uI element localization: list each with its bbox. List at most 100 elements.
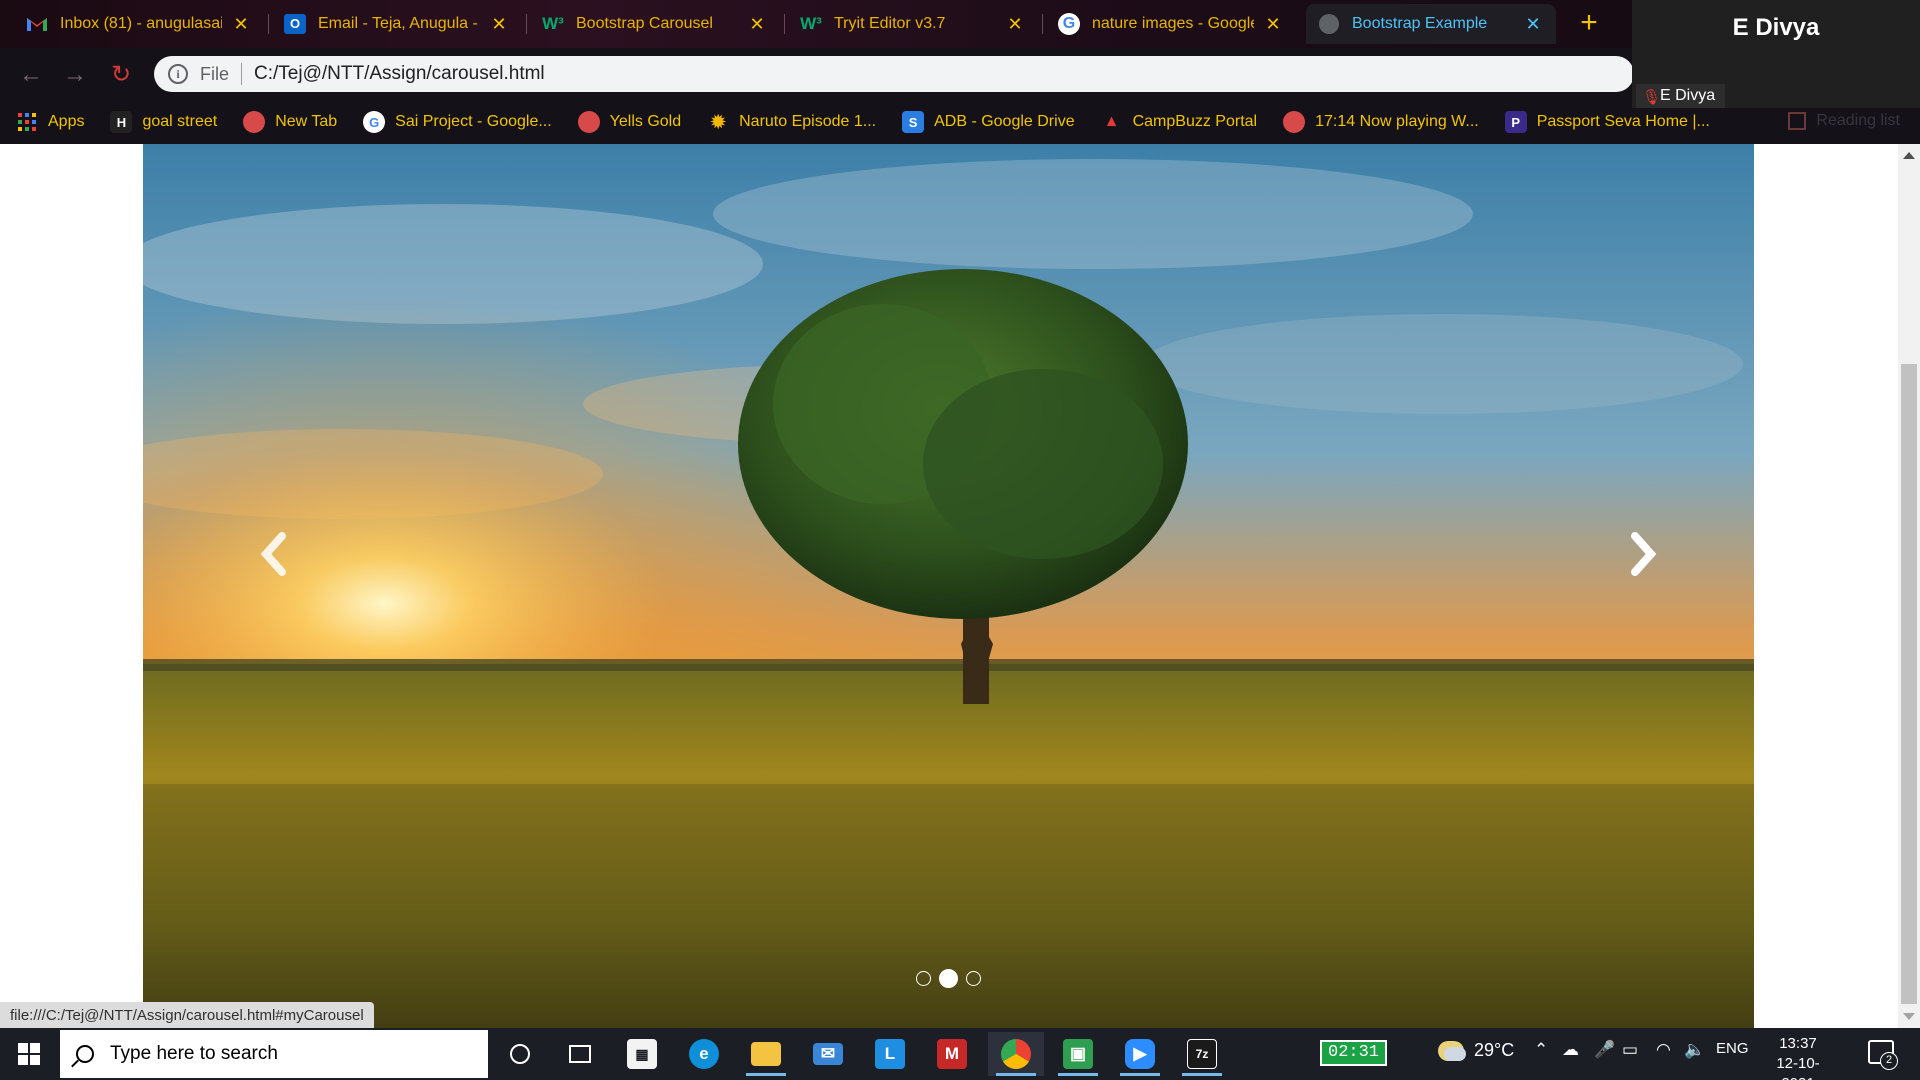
start-button[interactable] — [0, 1028, 58, 1080]
google-icon: G — [363, 111, 386, 133]
reading-list-button[interactable]: Reading list — [1788, 112, 1900, 130]
address-bar[interactable]: i File C:/Tej@/NTT/Assign/carousel.html — [154, 56, 1634, 92]
bookmark-adb-drive[interactable]: S ADB - Google Drive — [902, 111, 1075, 133]
chrome-icon[interactable] — [988, 1032, 1044, 1076]
url-divider — [241, 63, 243, 85]
tab-google-images[interactable]: G nature images - Google ✕ — [1046, 4, 1296, 44]
weather-widget[interactable]: 29°C — [1438, 1040, 1514, 1061]
bookmark-apps[interactable]: Apps — [16, 111, 84, 133]
scroll-up-arrow-icon[interactable] — [1903, 152, 1915, 159]
bookmark-naruto[interactable]: ✹ Naruto Episode 1... — [707, 111, 877, 133]
info-icon[interactable]: i — [168, 64, 188, 84]
bookmark-label: goal street — [142, 113, 218, 130]
bookmark-campbuzz[interactable]: ▲ CampBuzz Portal — [1101, 111, 1258, 133]
reading-list-label: Reading list — [1816, 112, 1900, 129]
windows-taskbar: Type here to search ▦ e ✉ L M ▣ ▶ 7z 02:… — [0, 1028, 1920, 1080]
volume-icon[interactable]: 🔈 — [1684, 1040, 1705, 1060]
bookmark-label: Passport Seva Home |... — [1536, 113, 1710, 130]
scroll-down-arrow-icon[interactable] — [1903, 1013, 1915, 1020]
timer-badge[interactable]: 02:31 — [1320, 1040, 1388, 1066]
back-arrow-icon[interactable]: ← — [16, 60, 46, 90]
wifi-icon[interactable]: ◠ — [1656, 1040, 1671, 1060]
bookmark-yells-gold[interactable]: Yells Gold — [577, 111, 682, 133]
microsoft-store-icon[interactable]: ▦ — [614, 1032, 670, 1076]
bookmark-label: Naruto Episode 1... — [739, 113, 877, 130]
image-carousel[interactable] — [143, 144, 1754, 1028]
scroll-thumb[interactable] — [1901, 364, 1917, 1004]
tab-divider — [784, 14, 785, 34]
carousel-indicator[interactable] — [966, 971, 981, 986]
video-call-tile[interactable]: E Divya 🎙 E Divya — [1632, 0, 1920, 108]
gmail-icon — [26, 13, 48, 35]
tab-outlook[interactable]: O Email - Teja, Anugula - O ✕ — [272, 4, 522, 44]
task-view-icon[interactable] — [552, 1032, 608, 1076]
partly-cloudy-icon — [1438, 1040, 1466, 1061]
tab-close-icon[interactable]: ✕ — [1004, 14, 1026, 35]
l-app-icon[interactable]: L — [862, 1032, 918, 1076]
bookmark-now-playing[interactable]: 17:14 Now playing W... — [1283, 111, 1479, 133]
tab-bootstrap-example[interactable]: Bootstrap Example ✕ — [1306, 4, 1556, 44]
carousel-next-button[interactable] — [1584, 464, 1704, 644]
carousel-prev-button[interactable] — [213, 464, 333, 644]
reload-icon[interactable]: ↻ — [106, 60, 136, 90]
link-status-bubble: file:///C:/Tej@/NTT/Assign/carousel.html… — [0, 1002, 374, 1030]
page-content — [0, 144, 1898, 1028]
tab-tryit-editor[interactable]: W³ Tryit Editor v3.7 ✕ — [788, 4, 1038, 44]
tab-divider — [268, 14, 269, 34]
taskbar-search-box[interactable]: Type here to search — [60, 1030, 488, 1078]
tab-bootstrap-carousel[interactable]: W³ Bootstrap Carousel ✕ — [530, 4, 780, 44]
carousel-indicator[interactable] — [916, 971, 931, 986]
mcafee-icon[interactable]: M — [924, 1032, 980, 1076]
outlook-icon: O — [284, 13, 306, 35]
carousel-indicators — [143, 969, 1754, 988]
cortana-icon[interactable] — [492, 1032, 548, 1076]
tab-close-icon[interactable]: ✕ — [230, 14, 252, 35]
microphone-icon[interactable]: 🎤 — [1594, 1040, 1615, 1060]
system-clock[interactable]: 13:37 12-10-2021 — [1760, 1034, 1836, 1080]
gallery-app-icon[interactable]: ▣ — [1050, 1032, 1106, 1076]
bookmark-label: New Tab — [275, 113, 338, 130]
url-text[interactable]: C:/Tej@/NTT/Assign/carousel.html — [254, 63, 545, 85]
mail-icon[interactable]: ✉ — [800, 1032, 856, 1076]
bookmark-new-tab[interactable]: New Tab — [243, 111, 337, 133]
bookmark-goal-street[interactable]: H goal street — [110, 111, 217, 133]
tab-close-icon[interactable]: ✕ — [1522, 14, 1544, 35]
apps-grid-icon — [16, 111, 38, 133]
file-explorer-icon[interactable] — [738, 1032, 794, 1076]
forward-arrow-icon[interactable]: → — [60, 60, 90, 90]
onedrive-icon[interactable]: ☁ — [1562, 1040, 1579, 1060]
globe-icon — [1283, 111, 1306, 133]
bookmark-passport-seva[interactable]: P Passport Seva Home |... — [1504, 111, 1710, 133]
passport-icon: P — [1504, 111, 1527, 133]
bookmark-label: CampBuzz Portal — [1132, 113, 1258, 130]
bookmark-sai-project[interactable]: G Sai Project - Google... — [363, 111, 552, 133]
chevron-up-icon[interactable]: ⌃ — [1534, 1040, 1548, 1060]
tab-label: Tryit Editor v3.7 — [834, 15, 946, 32]
tab-close-icon[interactable]: ✕ — [746, 14, 768, 35]
mic-off-icon: 🎙 — [1642, 89, 1662, 106]
bookmark-label: Yells Gold — [609, 113, 682, 130]
zoom-icon[interactable]: ▶ — [1112, 1032, 1168, 1076]
tab-close-icon[interactable]: ✕ — [1262, 14, 1284, 35]
edge-icon[interactable]: e — [676, 1032, 732, 1076]
search-icon — [76, 1045, 94, 1063]
vertical-scrollbar[interactable] — [1898, 144, 1920, 1028]
tab-label: Bootstrap Carousel — [576, 15, 713, 32]
bookmark-label: ADB - Google Drive — [934, 113, 1075, 130]
carousel-indicator-active[interactable] — [939, 969, 958, 988]
battery-icon[interactable]: ▭ — [1622, 1040, 1638, 1060]
windows-logo-icon — [18, 1043, 40, 1065]
tab-close-icon[interactable]: ✕ — [488, 14, 510, 35]
carousel-slide-image — [143, 144, 1754, 1028]
tab-label: Email - Teja, Anugula - O — [318, 15, 480, 32]
tab-label: Inbox (81) - anugulasait — [60, 15, 222, 32]
scheme-label: File — [200, 63, 230, 84]
participant-caption: 🎙 E Divya — [1636, 84, 1726, 108]
drive-icon: S — [902, 111, 925, 133]
language-indicator[interactable]: ENG — [1716, 1040, 1749, 1057]
tab-gmail[interactable]: Inbox (81) - anugulasait ✕ — [14, 4, 264, 44]
tab-label: Bootstrap Example — [1352, 15, 1488, 32]
7zip-icon[interactable]: 7z — [1174, 1032, 1230, 1076]
sun-icon: ✹ — [710, 111, 726, 132]
new-tab-button[interactable]: + — [1572, 6, 1606, 40]
